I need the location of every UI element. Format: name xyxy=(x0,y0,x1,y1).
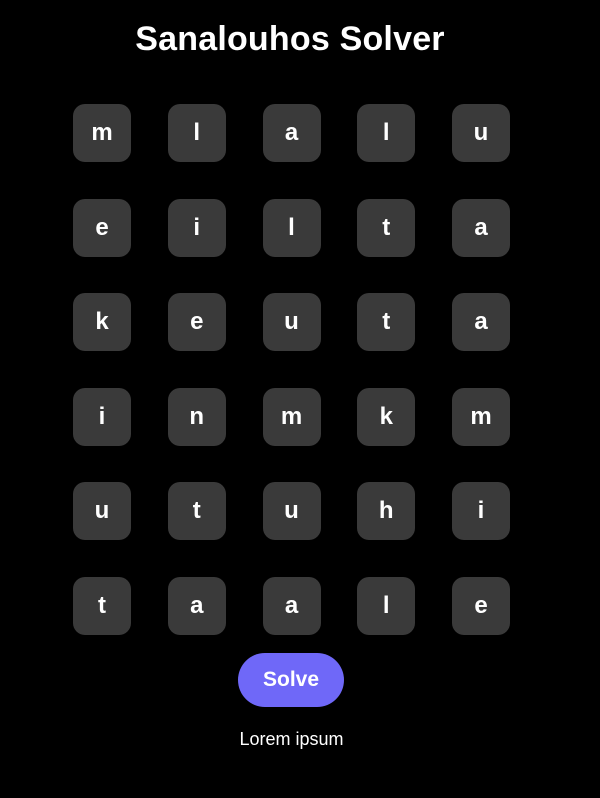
letter-tile[interactable]: u xyxy=(73,482,131,541)
letter-tile[interactable]: l xyxy=(357,104,416,162)
letter-tile[interactable]: h xyxy=(357,482,416,541)
letter-tile[interactable]: a xyxy=(262,576,321,635)
letter-tile[interactable]: t xyxy=(357,293,416,352)
letter-tile[interactable]: a xyxy=(167,576,226,635)
result-text: Lorem ipsum xyxy=(239,729,344,749)
letter-tile[interactable]: m xyxy=(262,387,321,446)
letter-tile[interactable]: e xyxy=(167,293,226,352)
letter-tile[interactable]: l xyxy=(262,198,321,257)
letter-tile[interactable]: i xyxy=(452,482,510,541)
page-title: Sanalouhos Solver xyxy=(135,20,445,58)
letter-tile[interactable]: e xyxy=(73,198,131,257)
letter-tile[interactable]: u xyxy=(452,104,510,162)
letter-tile[interactable]: l xyxy=(357,576,416,635)
letter-tile[interactable]: e xyxy=(452,576,510,635)
letter-tile[interactable]: t xyxy=(167,482,226,541)
solve-button[interactable]: Solve xyxy=(238,653,344,707)
letter-tile[interactable]: t xyxy=(73,576,131,635)
letter-tile[interactable]: m xyxy=(452,387,510,446)
letter-grid: m l a l u e i l t a k e u t a i n m k m … xyxy=(73,104,510,635)
letter-tile[interactable]: m xyxy=(73,104,131,162)
letter-tile[interactable]: a xyxy=(452,293,510,352)
letter-tile[interactable]: l xyxy=(167,104,226,162)
letter-tile[interactable]: n xyxy=(167,387,226,446)
letter-tile[interactable]: k xyxy=(73,293,131,352)
letter-tile[interactable]: t xyxy=(357,198,416,257)
letter-tile[interactable]: k xyxy=(357,387,416,446)
letter-tile[interactable]: i xyxy=(73,387,131,446)
letter-tile[interactable]: u xyxy=(262,293,321,352)
letter-tile[interactable]: u xyxy=(262,482,321,541)
letter-tile[interactable]: a xyxy=(262,104,321,162)
letter-tile[interactable]: a xyxy=(452,198,510,257)
letter-tile[interactable]: i xyxy=(167,198,226,257)
